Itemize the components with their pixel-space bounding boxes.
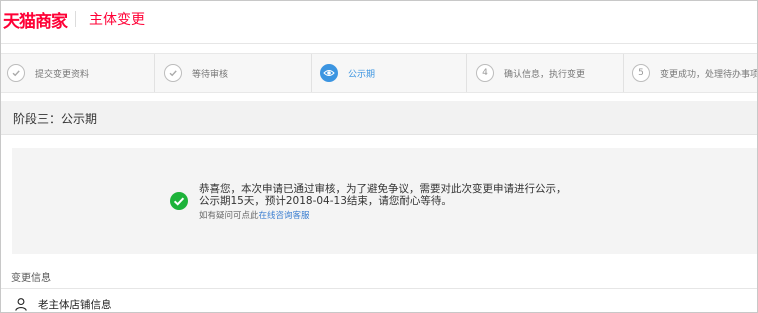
user-icon [15, 298, 27, 311]
step-confirm: 4 确认信息，执行变更 [476, 54, 585, 92]
step-divider [466, 54, 467, 92]
tmall-logo[interactable]: 天猫商家 [3, 7, 68, 32]
section-divider [1, 288, 757, 289]
step-number: 4 [476, 64, 494, 82]
step-divider [623, 54, 624, 92]
help-prefix: 如有疑问可点此 [199, 211, 259, 221]
step-label: 公示期 [348, 69, 376, 80]
progress-stepper: 提交变更资料 等待审核 公示期 4 确认信息，执行变更 5 变更成功，处理待办事… [1, 53, 757, 93]
step-label: 确认信息，执行变更 [504, 69, 586, 80]
status-message-line: 公示期15天，预计2018-04-13结束，请您耐心等待。 [199, 195, 452, 207]
step-review: 等待审核 [164, 54, 228, 92]
step-label: 提交变更资料 [35, 69, 90, 80]
stage-title: 阶段三：公示期 [13, 112, 98, 126]
page-title: 主体变更 [89, 12, 145, 28]
check-icon [164, 64, 182, 82]
header: 天猫商家 主体变更 [1, 1, 757, 44]
header-divider [75, 11, 76, 27]
step-divider [154, 54, 155, 92]
step-publicity: 公示期 [320, 54, 375, 92]
status-message-box: 恭喜您，本次申请已通过审核，为了避免争议，需要对此次变更申请进行公示， 公示期1… [12, 148, 757, 254]
eye-icon [320, 64, 338, 82]
online-support-link[interactable]: 在线咨询客服 [259, 211, 310, 221]
success-check-icon [170, 192, 188, 210]
section-title: 变更信息 [11, 273, 51, 284]
help-text: 如有疑问可点此在线咨询客服 [199, 209, 310, 221]
page-frame: 天猫商家 主体变更 提交变更资料 等待审核 公示期 4 确认信息，执行变更 5 … [0, 0, 758, 313]
step-divider [311, 54, 312, 92]
step-label: 等待审核 [192, 69, 229, 80]
check-icon [7, 64, 25, 82]
step-success: 5 变更成功，处理待办事项 [632, 54, 758, 92]
old-store-info-title: 老主体店铺信息 [38, 299, 112, 311]
step-submit: 提交变更资料 [7, 54, 89, 92]
step-label: 变更成功，处理待办事项 [660, 69, 758, 80]
stage-bar: 阶段三：公示期 [1, 101, 757, 135]
step-number: 5 [632, 64, 650, 82]
